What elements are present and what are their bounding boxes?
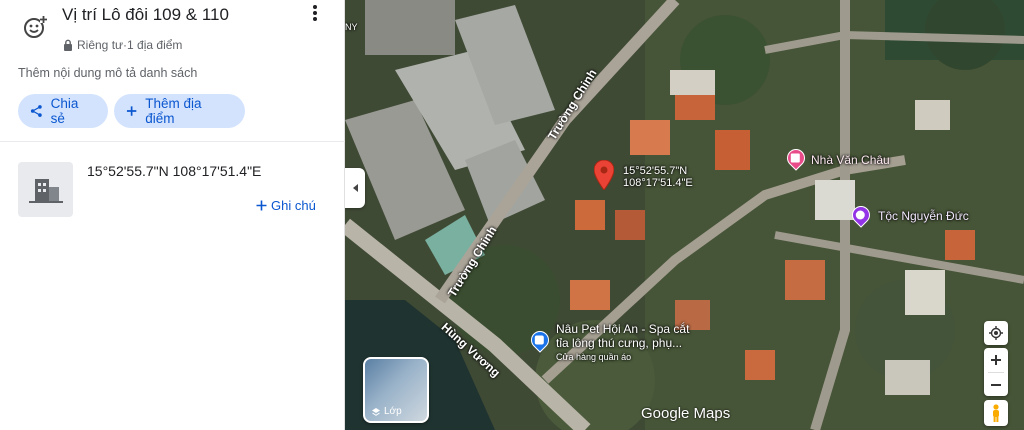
privacy-label: Riêng tư·1 địa điểm (77, 38, 183, 52)
zoom-controls (984, 348, 1008, 396)
more-vert-icon (313, 5, 317, 21)
zoom-out-button[interactable] (991, 373, 1001, 396)
satellite-map[interactable]: NY Trường Chinh Trường Chinh Hùng Vương … (345, 0, 1024, 430)
zoom-in-button[interactable] (991, 348, 1001, 372)
place-thumbnail[interactable] (18, 162, 73, 217)
pegman-icon (993, 404, 999, 422)
collapse-panel-button[interactable] (345, 168, 365, 208)
add-note-button[interactable]: Ghi chú (256, 198, 316, 213)
google-maps-logo: Google Maps (641, 405, 731, 422)
add-place-button[interactable]: Thêm địa điểm (114, 94, 245, 128)
note-label: Ghi chú (271, 198, 316, 213)
place-name[interactable]: 15°52'55.7"N 108°17'51.4"E (87, 163, 261, 179)
poi-nau-pet[interactable]: Nâu Pet Hội An - Spa cắt tỉa lông thú cư… (556, 322, 689, 364)
divider (0, 141, 345, 142)
building-icon (28, 178, 63, 203)
layers-label: Lớp (371, 406, 402, 417)
share-label: Chia sẻ (50, 96, 79, 126)
add-description-link[interactable]: Thêm nội dung mô tả danh sách (18, 66, 197, 80)
side-panel: Vị trí Lô đôi 109 & 110 Riêng tư·1 địa đ… (0, 0, 345, 430)
zoom-out-icon (991, 383, 1001, 386)
location-pin-icon[interactable] (594, 160, 614, 190)
zoom-in-icon (991, 355, 1001, 365)
list-title: Vị trí Lô đôi 109 & 110 (62, 5, 229, 24)
my-location-icon (989, 326, 1003, 340)
my-location-button[interactable] (984, 321, 1008, 345)
share-icon (30, 105, 42, 117)
map-edge-label: NY (345, 22, 358, 32)
lock-icon (64, 39, 72, 51)
poi-toc-nguyen-duc[interactable]: Tộc Nguyễn Đức (878, 209, 969, 223)
layers-button[interactable]: Lớp (363, 357, 429, 423)
privacy-info: Riêng tư·1 địa điểm (63, 38, 182, 52)
share-button[interactable]: Chia sẻ (18, 94, 108, 128)
list-emoji-icon[interactable] (22, 14, 48, 40)
plus-icon (126, 106, 137, 116)
street-view-button[interactable] (984, 400, 1008, 426)
layers-icon (372, 407, 380, 416)
poi-nha-van-chau[interactable]: Nhà Văn Châu (811, 153, 890, 167)
chevron-left-icon (352, 184, 358, 192)
add-place-label: Thêm địa điểm (145, 96, 202, 126)
more-options-button[interactable] (304, 2, 326, 24)
pin-coordinate-label: 15°52'55.7"N 108°17'51.4"E (623, 165, 693, 189)
plus-icon (256, 200, 267, 211)
